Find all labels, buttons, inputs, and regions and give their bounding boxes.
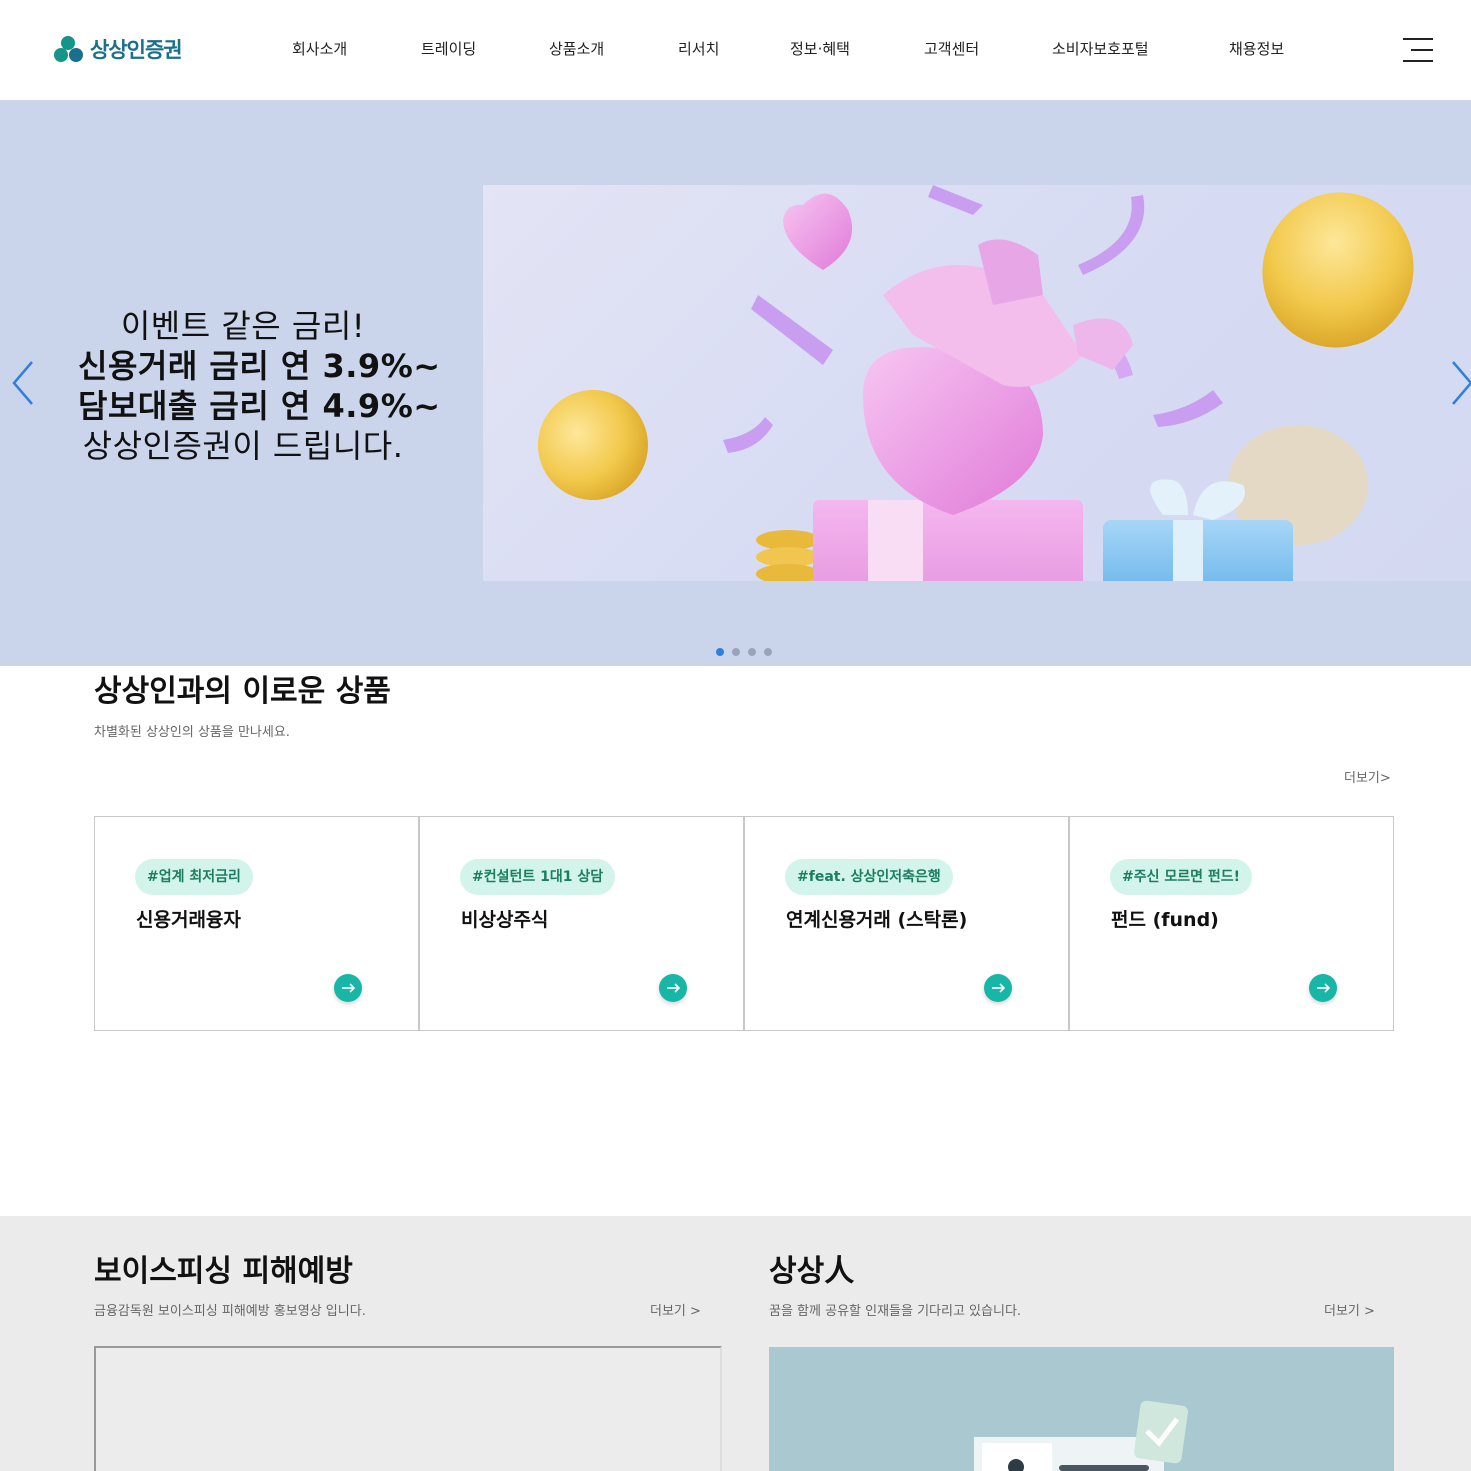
- slide-dot[interactable]: [732, 648, 740, 656]
- people-title: 상상人: [769, 1254, 855, 1289]
- slide-dot[interactable]: [716, 648, 724, 656]
- products-title: 상상인과의 이로운 상품: [94, 674, 391, 709]
- slide-pagination: [716, 648, 772, 656]
- next-slide-arrow-icon[interactable]: [1447, 358, 1471, 408]
- arrow-right-icon[interactable]: [334, 974, 362, 1002]
- people-more-link[interactable]: 더보기 >: [1324, 1300, 1375, 1319]
- slide-dot[interactable]: [764, 648, 772, 656]
- product-title: 펀드 (fund): [1111, 909, 1219, 931]
- recruit-image[interactable]: [769, 1347, 1394, 1471]
- products-subtitle: 차별화된 상상인의 상품을 만나세요.: [94, 725, 290, 740]
- nav-products[interactable]: 상품소개: [549, 38, 604, 59]
- prev-slide-arrow-icon[interactable]: [8, 358, 38, 408]
- product-card-unlisted-stock[interactable]: #컨설턴트 1대1 상담 비상상주식: [419, 816, 744, 1031]
- arrow-right-icon[interactable]: [984, 974, 1012, 1002]
- site-header: 상상인증권 회사소개 트레이딩 상품소개 리서치 정보·혜택 고객센터 소비자보…: [0, 0, 1471, 100]
- nav-research[interactable]: 리서치: [678, 38, 719, 59]
- product-title: 신용거래융자: [136, 909, 241, 931]
- product-tag: #업계 최저금리: [135, 859, 253, 895]
- nav-trading[interactable]: 트레이딩: [421, 38, 476, 59]
- voice-phishing-title: 보이스피싱 피해예방: [94, 1254, 353, 1289]
- voice-phishing-video[interactable]: [94, 1346, 722, 1471]
- product-tag: #주신 모르면 펀드!: [1110, 859, 1253, 895]
- product-title: 연계신용거래 (스탁론): [786, 909, 968, 931]
- slide-dot[interactable]: [748, 648, 756, 656]
- arrow-right-icon[interactable]: [659, 974, 687, 1002]
- people-subtitle: 꿈을 함께 공유할 인재들을 기다리고 있습니다.: [769, 1304, 1022, 1319]
- voice-phishing-more-link[interactable]: 더보기 >: [650, 1300, 701, 1319]
- hero-copy: 이벤트 같은 금리! 신용거래 금리 연 3.9%~ 담보대출 금리 연 4.9…: [78, 306, 441, 466]
- products-more-link[interactable]: 더보기>: [1344, 767, 1391, 786]
- hero-slider: 이벤트 같은 금리! 신용거래 금리 연 3.9%~ 담보대출 금리 연 4.9…: [0, 100, 1471, 666]
- product-cards: #업계 최저금리 신용거래융자 #컨설턴트 1대1 상담 비상상주식 #feat…: [94, 816, 1394, 1031]
- hero-headline: 이벤트 같은 금리!: [120, 307, 366, 345]
- product-tag: #컨설턴트 1대1 상담: [460, 859, 616, 895]
- arrow-right-icon[interactable]: [1309, 974, 1337, 1002]
- resume-check-illustration: [974, 1400, 1189, 1471]
- nav-customer-center[interactable]: 고객센터: [924, 38, 979, 59]
- nav-careers[interactable]: 채용정보: [1229, 38, 1284, 59]
- hero-tagline: 상상인증권이 드립니다.: [82, 427, 404, 465]
- hero-image: [483, 185, 1471, 581]
- gift-coins-illustration: [538, 185, 1414, 581]
- product-card-stock-loan[interactable]: #feat. 상상인저축은행 연계신용거래 (스탁론): [744, 816, 1069, 1031]
- menu-icon[interactable]: [1401, 38, 1433, 62]
- nav-benefits[interactable]: 정보·혜택: [790, 38, 850, 59]
- product-card-credit-loan[interactable]: #업계 최저금리 신용거래융자: [94, 816, 419, 1031]
- product-title: 비상상주식: [461, 909, 549, 931]
- nav-company[interactable]: 회사소개: [292, 38, 347, 59]
- nav-consumer-protection[interactable]: 소비자보호포털: [1052, 38, 1149, 59]
- main-nav: 회사소개 트레이딩 상품소개 리서치 정보·혜택 고객센터 소비자보호포털 채용…: [0, 38, 1471, 62]
- hero-credit-rate: 신용거래 금리 연 3.9%~: [78, 347, 441, 385]
- voice-phishing-subtitle: 금융감독원 보이스피싱 피해예방 홍보영상 입니다.: [94, 1304, 366, 1319]
- hero-loan-rate: 담보대출 금리 연 4.9%~: [78, 387, 441, 425]
- product-card-fund[interactable]: #주신 모르면 펀드! 펀드 (fund): [1069, 816, 1394, 1031]
- product-tag: #feat. 상상인저축은행: [785, 859, 953, 895]
